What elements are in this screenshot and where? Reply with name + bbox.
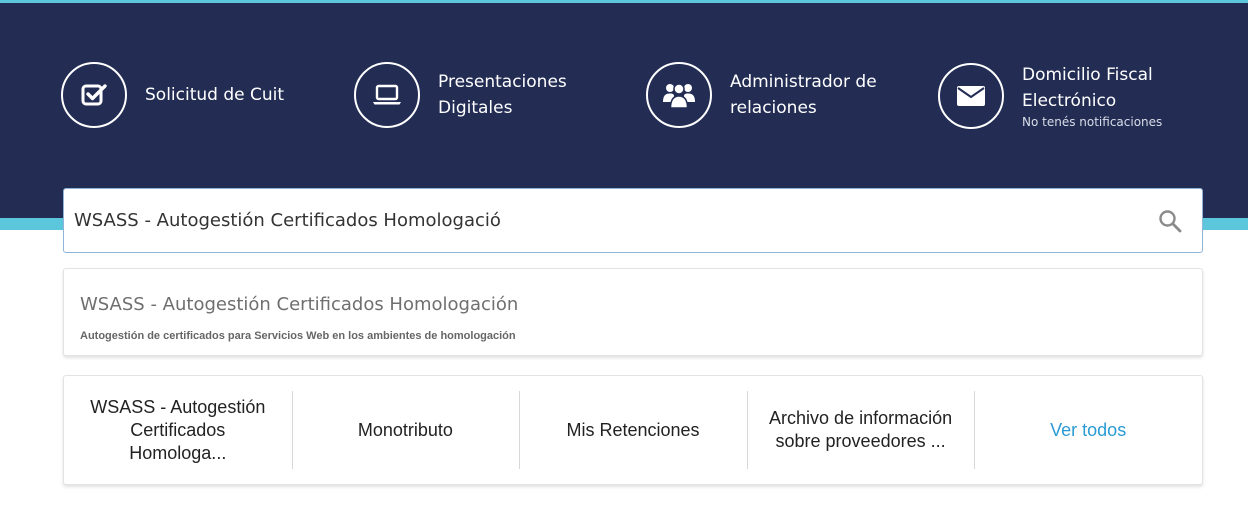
suggestion-title: WSASS - Autogestión Certificados Homolog… [80,294,519,315]
shortcut-label-line: Administrador de [730,72,877,92]
search-input[interactable] [74,189,1144,252]
shortcut-label-line: relaciones [730,98,817,118]
search-box [63,188,1203,253]
shortcut-label-line: Domicilio Fiscal [1022,65,1153,85]
shortcut-label: Solicitud de Cuit [145,82,284,108]
card-label-line: sobre proveedores ... [775,431,946,451]
card-label-line: Certificados [130,419,226,440]
shortcut-label-line: Presentaciones [438,72,567,92]
recent-services: WSASS - Autogestión Certificados Homolog… [63,375,1203,485]
search-suggestion[interactable]: WSASS - Autogestión Certificados Homolog… [63,268,1203,356]
card-label-line: Ver todos [1050,419,1127,440]
ver-todos-link[interactable]: Ver todos [974,376,1202,484]
shortcut-label-line: Solicitud de Cuit [145,85,285,105]
shortcut-label: Administrador de relaciones [730,69,877,121]
card-label-line: WSASS - Autogestión [90,396,266,417]
shortcut-presentaciones-digitales[interactable]: Presentaciones Digitales [354,62,567,128]
shortcut-administrador-relaciones[interactable]: Administrador de relaciones [646,62,877,128]
search-icon[interactable] [1158,209,1182,233]
shortcut-label: Presentaciones Digitales [438,69,567,121]
recent-service-archivo-proveedores[interactable]: Archivo de información sobre proveedores… [746,376,975,484]
shortcut-label: Domicilio Fiscal Electrónico No tenés no… [1022,62,1162,130]
checkbox-icon [61,62,127,128]
laptop-icon [354,62,420,128]
card-label-line: Homologa... [129,442,227,463]
recent-service-mis-retenciones[interactable]: Mis Retenciones [519,376,747,484]
shortcut-label-line: Digitales [438,98,513,118]
shortcut-solicitud-cuit[interactable]: Solicitud de Cuit [61,62,284,128]
card-label-line: Monotributo [357,419,453,440]
card-label: WSASS - Autogestión Certificados Homolog… [90,396,265,465]
suggestion-description: Autogestión de certificados para Servici… [80,330,516,342]
card-label: Archivo de información sobre proveedores… [769,407,952,453]
card-label-line: Mis Retenciones [566,419,700,440]
users-icon [646,62,712,128]
recent-service-wsass[interactable]: WSASS - Autogestión Certificados Homolog… [64,376,292,484]
shortcut-domicilio-fiscal[interactable]: Domicilio Fiscal Electrónico No tenés no… [938,62,1162,130]
card-label-line: Archivo de información [769,408,953,428]
envelope-icon [938,63,1004,129]
shortcut-label-line: Electrónico [1022,91,1117,111]
recent-service-monotributo[interactable]: Monotributo [291,376,520,484]
notifications-status: No tenés notificaciones [1022,115,1163,129]
